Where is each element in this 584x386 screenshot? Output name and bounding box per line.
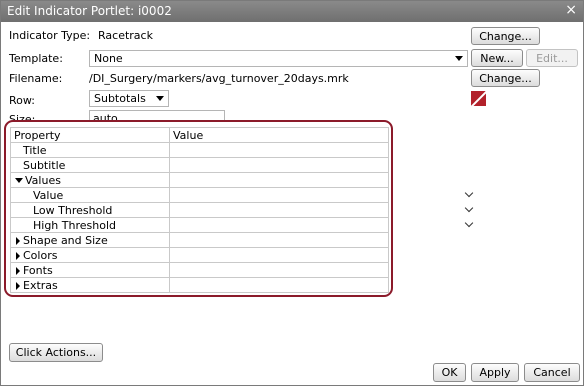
change-filename-button[interactable]: Change... xyxy=(471,69,540,87)
property-label: Value xyxy=(10,187,170,203)
collapsed-triangle-icon[interactable] xyxy=(16,251,20,260)
indicator-type-value: Racetrack xyxy=(98,29,153,42)
property-group-label: Shape and Size xyxy=(23,233,108,247)
property-group-values[interactable]: Values xyxy=(10,172,477,188)
property-value-cell xyxy=(257,277,477,293)
click-actions-button[interactable]: Click Actions... xyxy=(9,343,103,362)
chevron-down-icon[interactable] xyxy=(464,203,474,213)
filename-label: Filename: xyxy=(9,72,63,85)
property-group-extras[interactable]: Extras xyxy=(10,277,477,293)
dialog-titlebar[interactable]: Edit Indicator Portlet: i0002 × xyxy=(1,1,583,22)
property-group-fonts[interactable]: Fonts xyxy=(10,262,477,278)
row-color-swatch[interactable] xyxy=(471,91,486,106)
property-value-dropdown[interactable] xyxy=(257,187,477,203)
property-label: High Threshold xyxy=(10,217,170,233)
property-row-high-threshold[interactable]: High Threshold xyxy=(10,217,477,233)
property-value-cell[interactable] xyxy=(257,157,477,173)
property-value-cell xyxy=(257,172,477,188)
row-label: Row: xyxy=(9,94,35,107)
row-select-value: Subtotals xyxy=(94,92,146,105)
property-group-cell[interactable]: Extras xyxy=(10,277,170,293)
apply-button[interactable]: Apply xyxy=(471,363,519,382)
row-select[interactable]: Subtotals xyxy=(89,90,169,107)
property-row-low-threshold[interactable]: Low Threshold xyxy=(10,202,477,218)
ok-button[interactable]: OK xyxy=(433,363,466,382)
property-value-cell xyxy=(257,247,477,263)
collapsed-triangle-icon[interactable] xyxy=(16,236,20,245)
edit-template-button[interactable]: Edit... xyxy=(526,49,578,67)
property-grid-header: Property Value xyxy=(10,127,389,143)
collapsed-triangle-icon[interactable] xyxy=(16,266,20,275)
property-value-cell xyxy=(257,262,477,278)
property-value-cell xyxy=(257,232,477,248)
new-template-button[interactable]: New... xyxy=(471,49,523,67)
chevron-down-icon[interactable] xyxy=(464,218,474,228)
property-label: Title xyxy=(10,142,170,158)
property-group-cell[interactable]: Fonts xyxy=(10,262,170,278)
indicator-type-label: Indicator Type: xyxy=(9,29,91,42)
filename-value: /DI_Surgery/markers/avg_turnover_20days.… xyxy=(89,72,349,85)
chevron-down-icon xyxy=(156,96,164,101)
property-value-dropdown[interactable] xyxy=(257,217,477,233)
template-select[interactable]: None xyxy=(89,50,468,67)
edit-indicator-dialog: Edit Indicator Portlet: i0002 × Indicato… xyxy=(0,0,584,386)
value-column-header: Value xyxy=(169,127,389,143)
expanded-triangle-icon[interactable] xyxy=(15,178,23,183)
property-column-header: Property xyxy=(10,127,170,143)
property-grid: Property Value Title Subtitle Values Val… xyxy=(10,127,477,293)
property-group-label: Colors xyxy=(23,248,58,262)
property-group-shape-and-size[interactable]: Shape and Size xyxy=(10,232,477,248)
property-row-title[interactable]: Title xyxy=(10,142,477,158)
property-label: Subtitle xyxy=(10,157,170,173)
property-row-subtitle[interactable]: Subtitle xyxy=(10,157,477,173)
dialog-title: Edit Indicator Portlet: i0002 xyxy=(7,4,172,18)
property-group-cell[interactable]: Shape and Size xyxy=(10,232,170,248)
property-group-label: Fonts xyxy=(23,263,53,277)
property-group-label: Extras xyxy=(23,278,58,292)
collapsed-triangle-icon[interactable] xyxy=(16,281,20,290)
template-select-value: None xyxy=(94,52,123,65)
property-group-cell[interactable]: Values xyxy=(10,172,170,188)
property-row-value[interactable]: Value xyxy=(10,187,477,203)
close-icon[interactable]: × xyxy=(565,2,577,18)
property-group-colors[interactable]: Colors xyxy=(10,247,477,263)
property-group-label: Values xyxy=(25,173,61,187)
property-value-cell[interactable] xyxy=(257,142,477,158)
template-label: Template: xyxy=(9,52,63,65)
cancel-button[interactable]: Cancel xyxy=(524,363,580,382)
property-grid-panel: Property Value Title Subtitle Values Val… xyxy=(4,120,477,297)
change-indicator-type-button[interactable]: Change... xyxy=(471,27,540,45)
chevron-down-icon[interactable] xyxy=(464,188,474,198)
property-group-cell[interactable]: Colors xyxy=(10,247,170,263)
property-label: Low Threshold xyxy=(10,202,170,218)
chevron-down-icon xyxy=(455,56,463,61)
property-value-dropdown[interactable] xyxy=(257,202,477,218)
